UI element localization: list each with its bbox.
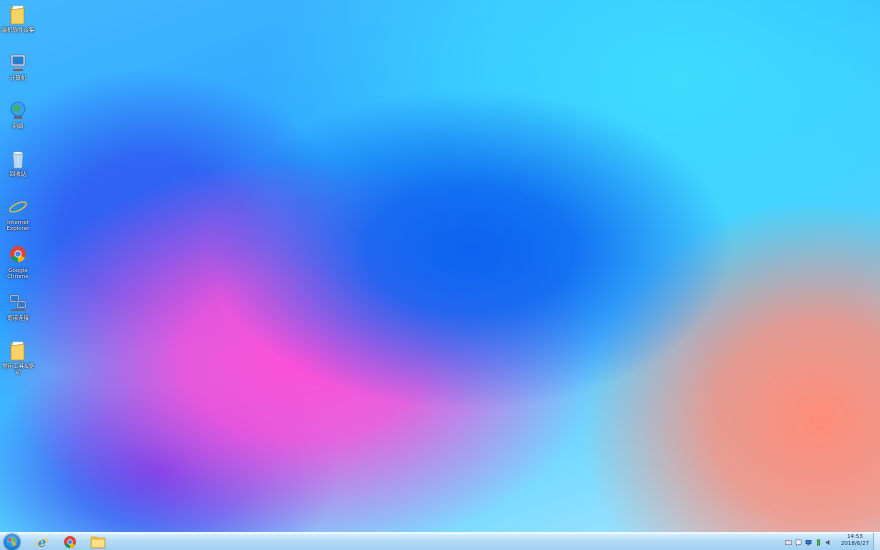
svg-text:e: e — [38, 536, 46, 549]
desktop-icon-label: Internet Explorer — [6, 220, 30, 232]
start-button[interactable] — [4, 534, 20, 550]
desktop-icon-label: 宽带连接 — [6, 316, 29, 322]
folder-icon — [8, 4, 28, 26]
taskbar: e 14:53 2018/6/27 — [0, 532, 880, 550]
action-center-icon[interactable] — [795, 539, 802, 546]
svg-text:e: e — [12, 197, 24, 218]
taskbar-chrome-button[interactable] — [58, 534, 82, 550]
internet-explorer-icon: e — [8, 196, 28, 219]
desktop-icon-label: 装机软件合集 — [1, 28, 35, 34]
network-tray-icon[interactable] — [805, 539, 812, 546]
chrome-icon — [8, 244, 28, 266]
desktop-icon-recycle-bin[interactable]: 回收站 — [2, 148, 34, 178]
desktop-icon-label: Google Chrome — [7, 268, 29, 280]
recycle-bin-icon — [8, 148, 28, 170]
desktop-icon-network[interactable]: 网络 — [2, 100, 34, 130]
desktop-icon-broadband[interactable]: 宽带连接 — [2, 292, 34, 322]
desktop-icon-computer[interactable]: 计算机 — [2, 52, 34, 82]
computer-icon — [8, 52, 28, 74]
system-tray — [785, 533, 832, 550]
desktop-icon-software-folder[interactable]: 装机软件合集 — [1, 4, 35, 34]
clock-time: 14:53 — [847, 534, 863, 540]
desktop-icon-tools-folder[interactable]: 常用工具&驱动 — [2, 340, 34, 376]
desktop-icon-label: 回收站 — [9, 172, 27, 178]
show-desktop-button[interactable] — [873, 533, 880, 550]
folder-icon — [90, 536, 106, 549]
desktop-icon-google-chrome[interactable]: Google Chrome — [2, 244, 34, 280]
windows-logo-icon — [8, 538, 16, 546]
broadband-connection-icon — [8, 292, 28, 314]
power-icon[interactable] — [815, 539, 822, 546]
volume-icon[interactable] — [825, 539, 832, 546]
desktop[interactable]: 装机软件合集 计算机 网络 回收站 e Internet Explorer Go… — [0, 0, 880, 532]
desktop-icon-label: 网络 — [12, 124, 24, 130]
desktop-icon-internet-explorer[interactable]: e Internet Explorer — [2, 196, 34, 232]
network-icon — [8, 100, 28, 122]
taskbar-internet-explorer-button[interactable]: e — [30, 534, 54, 550]
taskbar-clock[interactable]: 14:53 2018/6/27 — [840, 534, 870, 548]
internet-explorer-icon: e — [35, 536, 49, 549]
taskbar-explorer-button[interactable] — [86, 534, 110, 550]
folder-icon — [8, 340, 28, 362]
desktop-icon-label: 常用工具&驱动 — [2, 364, 34, 376]
chrome-icon — [64, 536, 76, 549]
desktop-icon-label: 计算机 — [9, 76, 27, 82]
clock-date: 2018/6/27 — [840, 541, 870, 547]
keyboard-icon[interactable] — [785, 539, 792, 546]
